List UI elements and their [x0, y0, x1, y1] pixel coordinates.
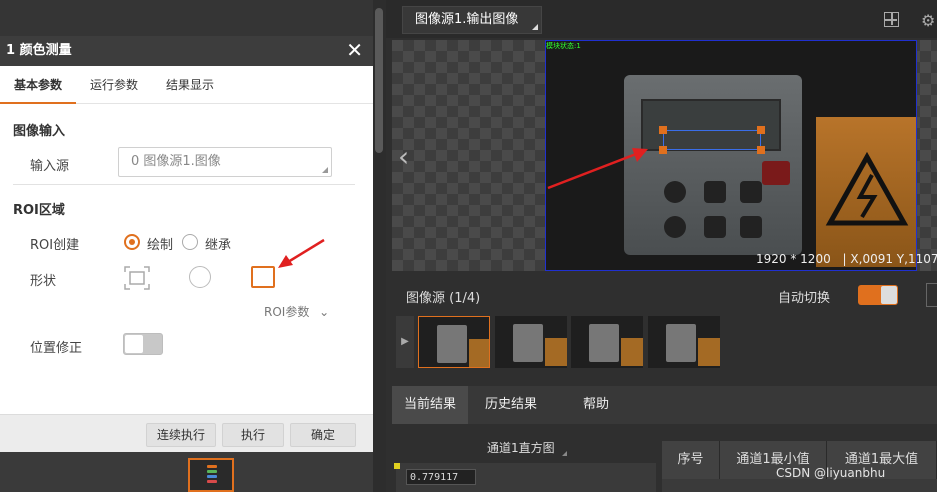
close-icon[interactable]: ✕ — [346, 36, 363, 64]
node-icon-bar — [207, 480, 217, 483]
thumbnail-2[interactable] — [495, 316, 567, 368]
image-resolution: 1920 * 1200 — [756, 252, 831, 266]
section-roi: ROI区域 — [13, 203, 65, 218]
roi-params-toggle[interactable]: ROI参数 ⌄ — [264, 303, 329, 320]
play-icon[interactable]: ▶ — [396, 316, 414, 368]
image-source-select[interactable]: 图像源1.输出图像 — [402, 6, 542, 34]
flow-node-color-measure[interactable] — [188, 458, 234, 492]
device-key — [664, 181, 686, 203]
device-key — [740, 216, 762, 238]
device-red-knob — [762, 161, 790, 185]
module-status-overlay: 模块状态:1 — [546, 42, 581, 50]
dialog-footer: 连续执行 执行 确定 — [0, 414, 373, 452]
chevron-down-icon: ⌄ — [319, 305, 330, 319]
tab-run-params[interactable]: 运行参数 — [76, 66, 152, 104]
toggle-knob — [881, 286, 897, 304]
input-source-label: 输入源 — [30, 159, 70, 174]
radio-draw[interactable] — [124, 234, 140, 250]
thumbnail-3[interactable] — [571, 316, 643, 368]
settings-icon[interactable]: ⚙ — [921, 11, 935, 30]
image-source-value: 图像源1.输出图像 — [415, 12, 519, 27]
divider — [13, 184, 355, 185]
watermark: CSDN @liyuanbhu — [776, 466, 886, 480]
circle-shape-icon[interactable] — [189, 266, 211, 288]
tab-help[interactable]: 帮助 — [556, 386, 636, 424]
resize-corner-icon — [562, 451, 567, 456]
thumbnail-4[interactable] — [648, 316, 720, 368]
tab-history-result[interactable]: 历史结果 — [472, 386, 550, 424]
position-fix-toggle[interactable] — [123, 333, 163, 355]
dialog-title: 1 颜色测量 — [0, 36, 373, 66]
section-image-input: 图像输入 — [13, 124, 66, 139]
scrollbar-thumb[interactable] — [375, 8, 383, 153]
shape-label: 形状 — [30, 274, 57, 289]
thumbnail-1[interactable] — [418, 316, 490, 368]
roi-handle[interactable] — [757, 126, 765, 134]
node-icon-bar — [207, 475, 217, 478]
roi-handle[interactable] — [757, 146, 765, 154]
auto-switch-toggle[interactable] — [858, 285, 898, 305]
roi-params-label: ROI参数 — [264, 305, 310, 319]
cursor-coords: X,0091 Y,1107 — [850, 252, 937, 266]
histogram-value: 0.779117 — [406, 469, 476, 485]
device-key — [704, 216, 726, 238]
dialog-tabs: 基本参数 运行参数 结果显示 — [0, 66, 373, 104]
input-source-select[interactable]: 0 图像源1.图像 — [118, 147, 332, 177]
device-key — [740, 181, 762, 203]
run-button[interactable]: 执行 — [222, 423, 284, 447]
col-header-index: 序号 — [662, 441, 720, 479]
histogram-title: 通道1直方图 — [487, 441, 555, 455]
input-source-value: 0 图像源1.图像 — [131, 154, 221, 169]
annotation-arrow-icon — [547, 148, 648, 190]
tab-basic-params[interactable]: 基本参数 — [0, 66, 76, 104]
high-voltage-icon — [825, 151, 909, 226]
device-key — [664, 216, 686, 238]
rotated-rect-shape-icon[interactable] — [124, 266, 150, 290]
next-control[interactable] — [926, 283, 937, 307]
radio-draw-label: 绘制 — [147, 238, 174, 253]
thumbnails-title: 图像源 (1/4) — [406, 291, 481, 306]
image-info-readout: 1920 * 1200 | X,0091 Y,1107 — [756, 252, 937, 266]
radio-inherit[interactable] — [182, 234, 198, 250]
node-icon-bar — [207, 465, 217, 468]
continuous-run-button[interactable]: 连续执行 — [146, 423, 216, 447]
node-icon-bar — [207, 470, 217, 473]
histogram-marker — [394, 463, 400, 469]
grid-layout-icon[interactable] — [884, 12, 899, 27]
prev-image-icon[interactable]: ‹ — [398, 140, 409, 173]
radio-inherit-label: 继承 — [205, 238, 232, 253]
toggle-knob — [125, 335, 143, 353]
warning-label — [816, 117, 916, 267]
roi-handle[interactable] — [659, 126, 667, 134]
dropdown-corner-icon — [322, 167, 328, 173]
position-fix-label: 位置修正 — [30, 341, 83, 356]
roi-rectangle[interactable] — [659, 126, 765, 154]
roi-handle[interactable] — [659, 146, 667, 154]
tab-current-result[interactable]: 当前结果 — [392, 386, 468, 424]
canvas-top-strip — [0, 0, 373, 36]
dropdown-corner-icon — [532, 24, 538, 30]
roi-create-label: ROI创建 — [30, 238, 80, 253]
annotation-arrow-icon — [278, 238, 325, 268]
confirm-button[interactable]: 确定 — [290, 423, 356, 447]
tab-result-display[interactable]: 结果显示 — [152, 66, 228, 104]
device-key — [704, 181, 726, 203]
auto-switch-label: 自动切换 — [778, 291, 831, 306]
